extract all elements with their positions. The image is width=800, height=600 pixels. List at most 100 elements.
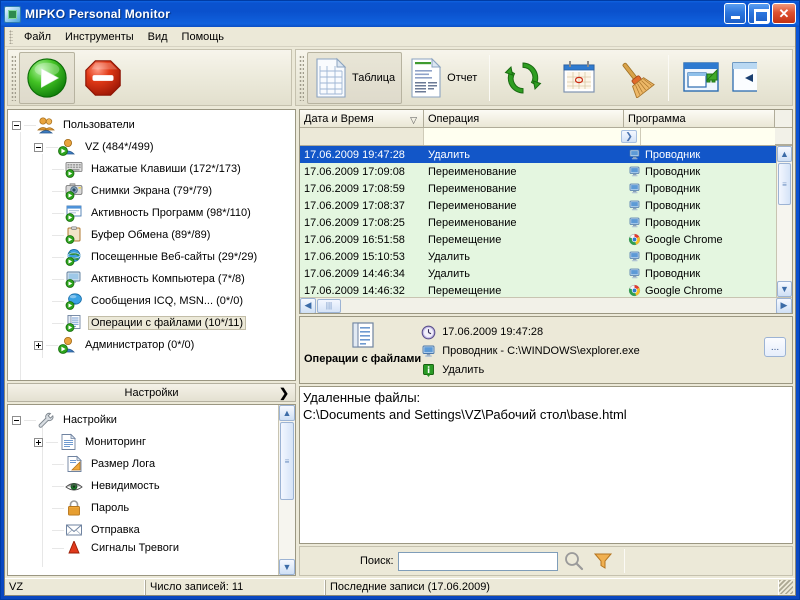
table-row[interactable]: 17.06.2009 17:09:08 Переименование Прово… [300, 163, 776, 180]
resize-grip[interactable] [779, 580, 793, 594]
expander-users[interactable] [12, 121, 21, 130]
collapse-window-button[interactable] [728, 52, 760, 104]
grid-header-program[interactable]: Программа [624, 110, 775, 128]
search-button[interactable] [561, 549, 587, 573]
tree-node-monitoring[interactable]: Мониторинг [12, 431, 277, 453]
grid-scroll-left-button[interactable]: ◀ [300, 298, 316, 314]
user-active-icon [58, 336, 78, 354]
grid-scroll-track[interactable]: ≡ [777, 162, 792, 281]
table-row[interactable]: 17.06.2009 14:46:34 Удалить Проводник [300, 265, 776, 282]
settings-scroll-thumb[interactable]: ≡ [280, 422, 294, 500]
content-viewer[interactable]: Удаленные файлы: C:\Documents and Settin… [299, 386, 793, 544]
table-row[interactable]: 17.06.2009 17:08:25 Переименование Прово… [300, 214, 776, 231]
settings-scroll-up-button[interactable]: ▲ [279, 405, 295, 421]
tree-node-administrator[interactable]: Администратор (0*/0) [12, 334, 295, 356]
table-row[interactable]: 17.06.2009 19:47:28 Удалить Проводник [300, 146, 776, 163]
settings-scroll-track[interactable]: ≡ [279, 421, 295, 559]
clear-log-button[interactable] [607, 52, 663, 104]
settings-scroll-down-button[interactable]: ▼ [279, 559, 295, 575]
table-row[interactable]: 17.06.2009 15:10:53 Удалить Проводник [300, 248, 776, 265]
menu-grip[interactable] [9, 30, 13, 44]
tree-label-log-size: Размер Лога [88, 457, 158, 471]
cell-program: Проводник [624, 199, 776, 212]
grid-scroll-down-button[interactable]: ▼ [777, 281, 792, 297]
toolbar-grip-right[interactable] [299, 55, 304, 101]
content-line-1: Удаленные файлы: [303, 390, 420, 405]
status-user: VZ [5, 580, 145, 595]
detail-more-button[interactable]: ... [764, 337, 786, 357]
filter-datetime[interactable] [300, 128, 424, 145]
expander-user-vz[interactable] [34, 143, 43, 152]
filter-program[interactable] [641, 128, 775, 145]
sort-descending-icon: ▽ [410, 115, 417, 126]
tree-node-sending[interactable]: Отправка [12, 519, 277, 541]
tree-node-settings-root[interactable]: Настройки [12, 409, 277, 431]
expander-administrator[interactable] [34, 341, 43, 350]
cell-program-label: Проводник [645, 200, 700, 212]
table-row[interactable]: 17.06.2009 17:08:59 Переименование Прово… [300, 180, 776, 197]
table-view-button[interactable]: Таблица [307, 52, 402, 104]
table-row[interactable]: 17.06.2009 16:51:58 Перемещение [300, 231, 776, 248]
tree-node-password[interactable]: Пароль [12, 497, 277, 519]
tree-node-log-size[interactable]: Размер Лога [12, 453, 277, 475]
table-row[interactable]: 17.06.2009 17:08:37 Переименование Прово… [300, 197, 776, 214]
refresh-button[interactable] [495, 52, 551, 104]
grid-header-datetime[interactable]: Дата и Время ▽ [300, 110, 424, 128]
grid-vertical-scrollbar[interactable]: ▲ ≡ ▼ [776, 146, 792, 297]
cell-program: Проводник [624, 148, 776, 161]
settings-scrollbar[interactable]: ▲ ≡ ▼ [278, 405, 295, 575]
tree-node-computer-activity[interactable]: Активность Компьютера (7*/8) [12, 268, 295, 290]
menu-item-tools[interactable]: Инструменты [58, 29, 141, 45]
menu-item-view[interactable]: Вид [141, 29, 175, 45]
tree-node-file-operations[interactable]: Операции с файлами (10*/11) [12, 312, 295, 334]
grid-header-datetime-label: Дата и Время [304, 113, 374, 125]
left-column: Пользователи [7, 109, 296, 576]
grid-header-operation[interactable]: Операция [424, 110, 624, 128]
cell-operation: Переименование [424, 183, 624, 195]
tree-label-keystrokes: Нажатые Клавиши (172*/173) [88, 162, 244, 176]
tree-node-screenshots[interactable]: Снимки Экрана (79*/79) [12, 180, 295, 202]
chevron-down-icon[interactable]: ❯ [279, 387, 289, 399]
tree-node-alarms[interactable]: Сигналы Тревоги [12, 541, 277, 555]
filter-button[interactable] [590, 549, 616, 573]
start-monitoring-button[interactable] [19, 52, 75, 104]
stop-monitoring-button[interactable] [75, 52, 131, 104]
grid-scroll-right-button[interactable]: ▶ [776, 298, 792, 314]
cell-operation: Удалить [424, 149, 624, 161]
grid-hscroll-thumb[interactable]: ||| [317, 299, 341, 313]
toolbar-grip-left[interactable] [11, 55, 16, 101]
tree-node-user-vz[interactable]: VZ (484*/499) [12, 136, 295, 158]
tree-node-invisibility[interactable]: Невидимость [12, 475, 277, 497]
grid-horizontal-scrollbar[interactable]: ◀ ||| ▶ [300, 297, 792, 313]
client-area: Файл Инструменты Вид Помощь [4, 27, 796, 596]
tree-node-users[interactable]: Пользователи [12, 114, 295, 136]
menu-item-help[interactable]: Помощь [175, 29, 232, 45]
tree-node-program-activity[interactable]: Активность Программ (98*/110) [12, 202, 295, 224]
calendar-button[interactable] [551, 52, 607, 104]
tree-dots [52, 213, 64, 214]
minimize-button[interactable] [724, 3, 746, 24]
expander-monitoring[interactable] [34, 438, 43, 447]
menu-bar: Файл Инструменты Вид Помощь [5, 27, 795, 47]
cell-program-label: Проводник [645, 183, 700, 195]
grid-filter-row: ❯ [300, 128, 792, 146]
search-input[interactable] [398, 552, 558, 571]
open-window-button[interactable] [674, 52, 728, 104]
tree-node-keystrokes[interactable]: Нажатые Клавиши (172*/173) [12, 158, 295, 180]
tree-dots [24, 420, 36, 421]
tree-node-messengers[interactable]: Сообщения ICQ, MSN... (0*/0) [12, 290, 295, 312]
grid-scroll-up-button[interactable]: ▲ [777, 146, 792, 162]
filter-operation[interactable]: ❯ [424, 128, 641, 145]
chevron-down-icon[interactable]: ❯ [621, 130, 637, 143]
tree-node-websites[interactable]: Посещенные Веб-сайты (29*/29) [12, 246, 295, 268]
close-button[interactable]: ✕ [772, 3, 796, 24]
grid-scroll-thumb[interactable]: ≡ [778, 163, 791, 205]
report-view-button[interactable]: Отчет [402, 52, 484, 104]
table-row[interactable]: 17.06.2009 14:46:32 Перемещение [300, 282, 776, 297]
tree-node-clipboard[interactable]: Буфер Обмена (89*/89) [12, 224, 295, 246]
settings-header[interactable]: Настройки ❯ [7, 383, 296, 402]
expander-settings[interactable] [12, 416, 21, 425]
cell-operation: Перемещение [424, 285, 624, 297]
maximize-button[interactable] [748, 3, 770, 24]
menu-item-file[interactable]: Файл [17, 29, 58, 45]
